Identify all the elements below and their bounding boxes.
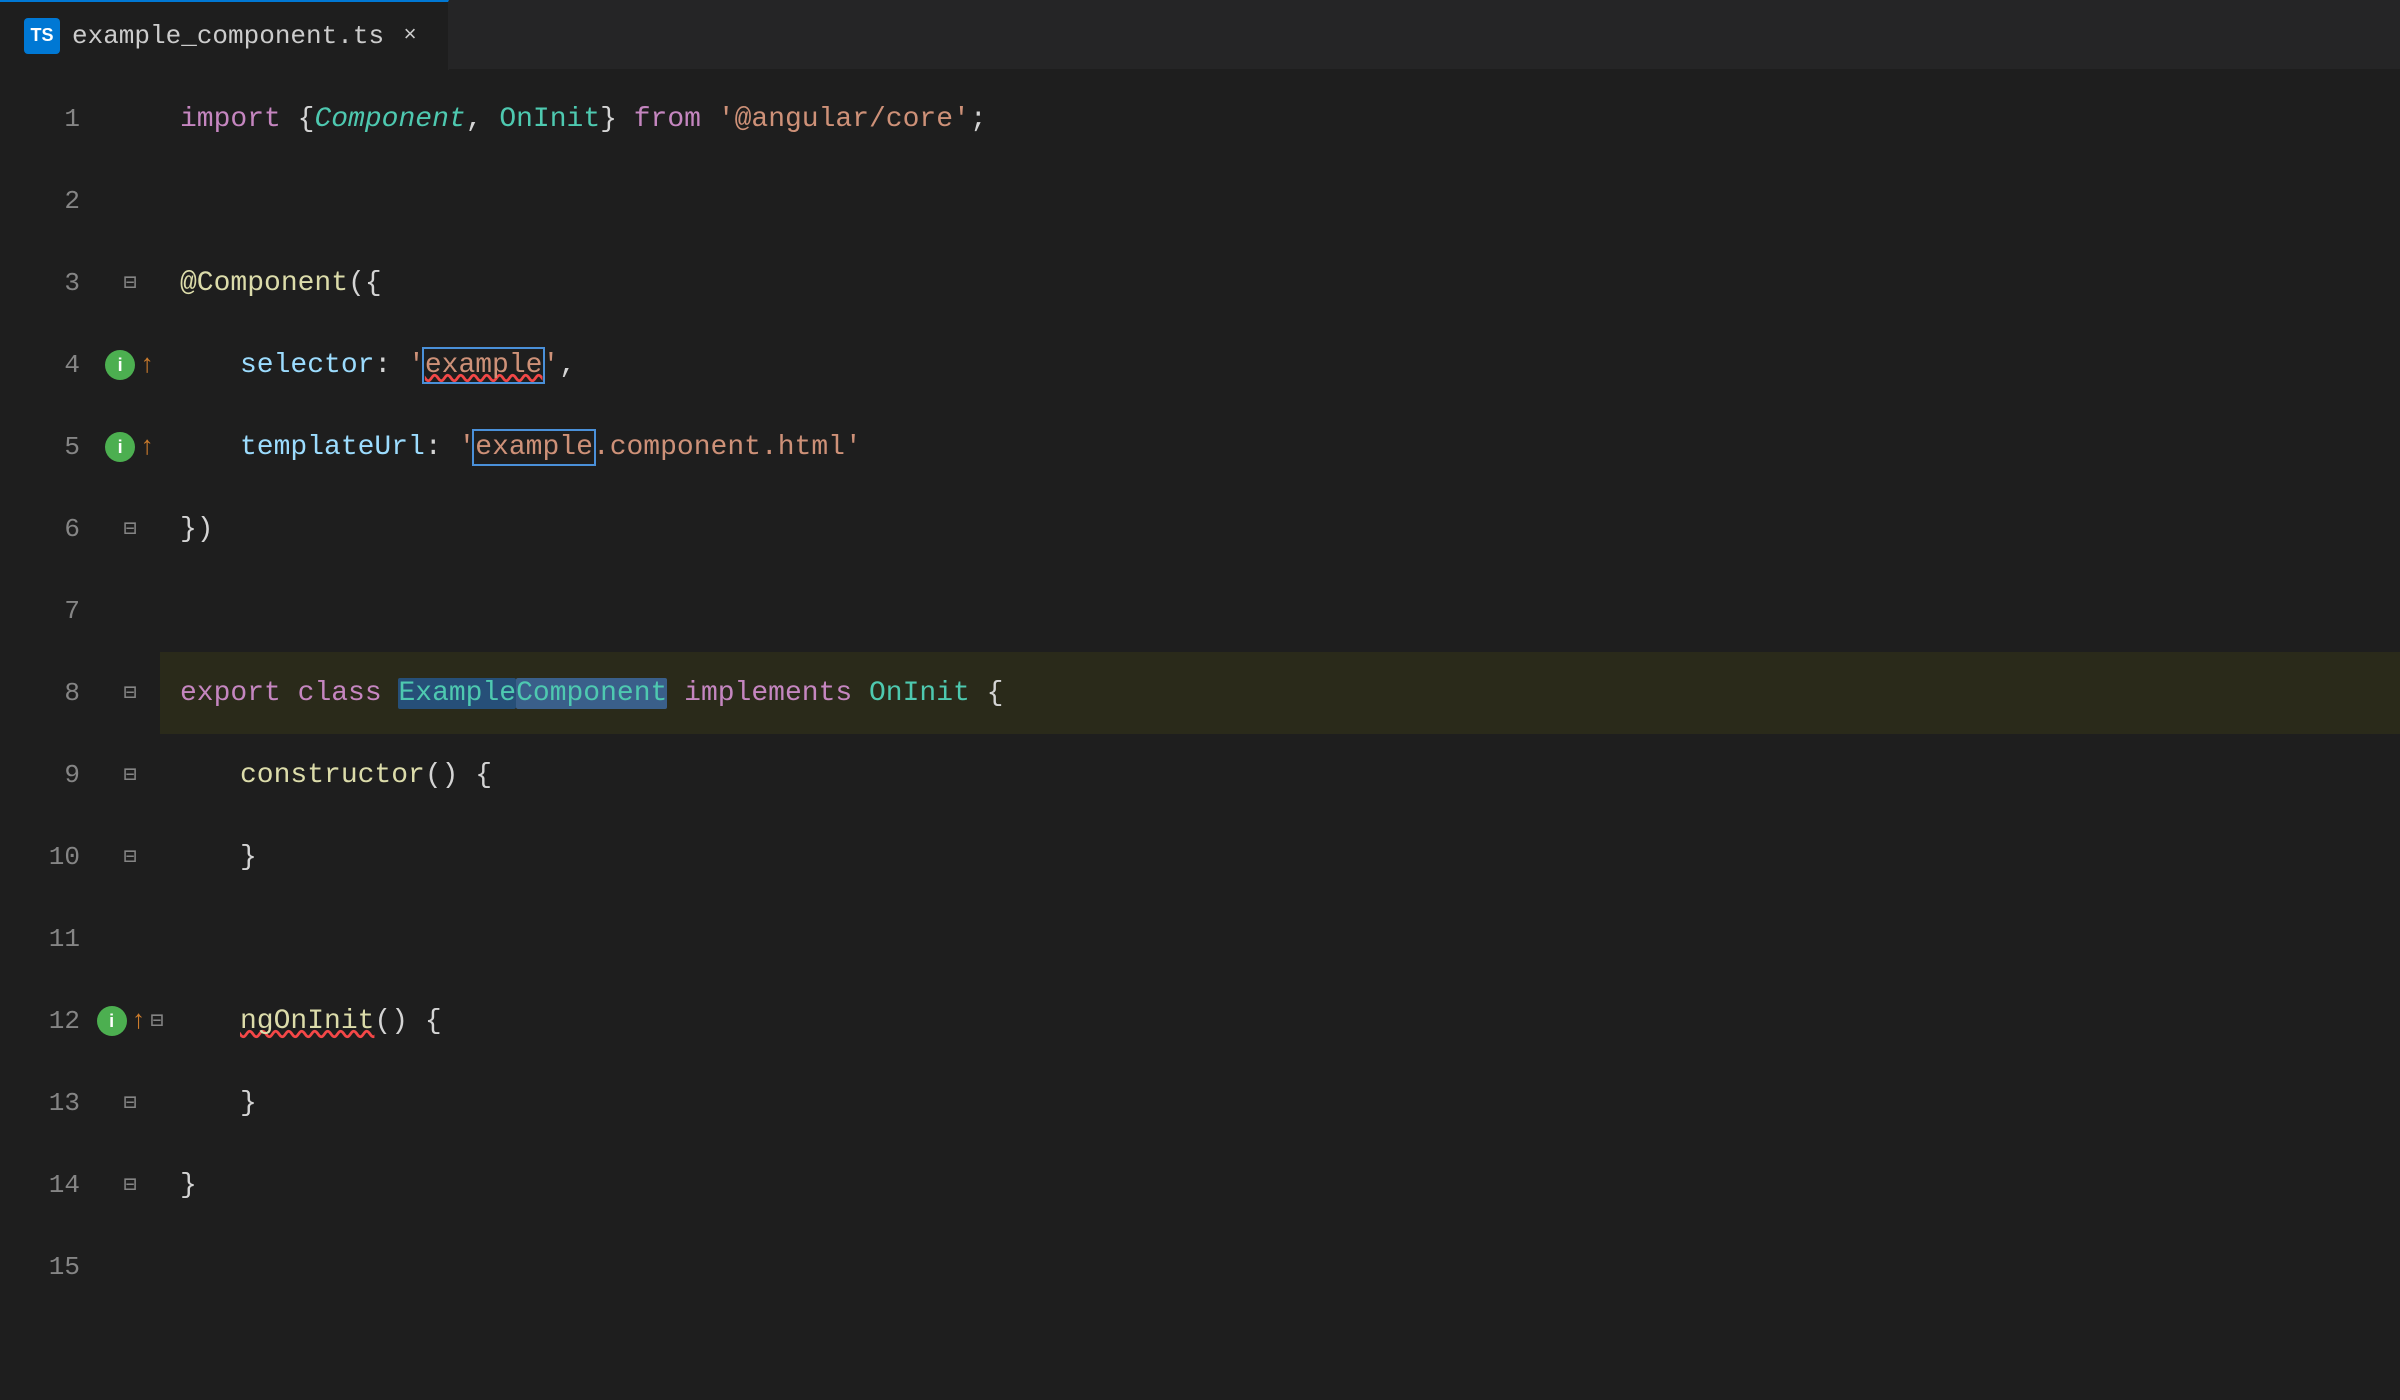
code-line-2 — [160, 160, 2400, 242]
ts-file-icon: TS — [24, 18, 60, 54]
line-num-11: 11 — [0, 898, 100, 980]
code-line-9: constructor () { — [160, 734, 2400, 816]
gutter-4: i ↑ — [100, 324, 160, 406]
gutter-12: i ↑ ⊟ — [100, 980, 160, 1062]
tab-filename: example_component.ts — [72, 21, 384, 51]
line-num-13: 13 — [0, 1062, 100, 1144]
gutter-7 — [100, 570, 160, 652]
line-numbers: 1 2 3 4 5 6 7 8 9 10 11 12 13 14 15 — [0, 70, 100, 1400]
code-content[interactable]: import { Component , OnInit } from '@ang… — [160, 70, 2400, 1400]
token-import: import — [180, 104, 281, 135]
gutter-10: ⊟ — [100, 816, 160, 898]
tab-bar: TS example_component.ts × — [0, 0, 2400, 70]
token-oninit: OnInit — [499, 104, 600, 135]
token-selector: selector — [240, 350, 374, 381]
active-tab[interactable]: TS example_component.ts × — [0, 0, 449, 70]
gutter-14: ⊟ — [100, 1144, 160, 1226]
fold-icon-13[interactable]: ⊟ — [118, 1091, 142, 1115]
gutter-8: ⊟ — [100, 652, 160, 734]
token-ngoninit: ngOnInit — [240, 1006, 374, 1037]
debug-arrow-12: ↑ — [131, 1006, 147, 1036]
token-brace-open: { — [298, 104, 315, 135]
fold-icon-10[interactable]: ⊟ — [118, 845, 142, 869]
fold-icon-14[interactable]: ⊟ — [118, 1173, 142, 1197]
token-example-selector: example — [425, 350, 543, 381]
code-line-14: } — [160, 1144, 2400, 1226]
line-num-5: 5 — [0, 406, 100, 488]
line-num-2: 2 — [0, 160, 100, 242]
code-line-1: import { Component , OnInit } from '@ang… — [160, 78, 2400, 160]
token-oninit-impl: OnInit — [869, 678, 970, 709]
debug-breakpoint-5[interactable]: i — [105, 432, 135, 462]
token-selector-value-prefix: ' — [408, 350, 425, 381]
code-line-5: templateUrl : 'example.component.html' — [160, 406, 2400, 488]
code-line-15 — [160, 1226, 2400, 1308]
fold-icon-3[interactable]: ⊟ — [118, 271, 142, 295]
token-component-class: Component — [516, 678, 667, 709]
gutter-11 — [100, 898, 160, 980]
code-line-11 — [160, 898, 2400, 980]
code-line-12: ngOnInit () { — [160, 980, 2400, 1062]
editor-container: TS example_component.ts × 1 2 3 4 5 6 7 … — [0, 0, 2400, 1400]
line-num-15: 15 — [0, 1226, 100, 1308]
line-num-3: 3 — [0, 242, 100, 324]
gutter-1 — [100, 78, 160, 160]
token-at-component: @Component — [180, 268, 348, 299]
code-line-10: } — [160, 816, 2400, 898]
line-num-12: 12 — [0, 980, 100, 1062]
fold-icon-9[interactable]: ⊟ — [118, 763, 142, 787]
token-example-class: Example — [398, 678, 516, 709]
gutter-15 — [100, 1226, 160, 1308]
fold-icon-6[interactable]: ⊟ — [118, 517, 142, 541]
token-component: Component — [314, 104, 465, 135]
line-num-4: 4 — [0, 324, 100, 406]
line-num-9: 9 — [0, 734, 100, 816]
token-template-url: templateUrl — [240, 432, 425, 463]
code-line-4: selector : 'example' , — [160, 324, 2400, 406]
line-num-6: 6 — [0, 488, 100, 570]
debug-arrow-5: ↑ — [139, 432, 155, 462]
line-num-1: 1 — [0, 78, 100, 160]
code-line-13: } — [160, 1062, 2400, 1144]
debug-breakpoint-4[interactable]: i — [105, 350, 135, 380]
line-num-7: 7 — [0, 570, 100, 652]
token-selector-value-suffix: ' — [542, 350, 559, 381]
gutter-9: ⊟ — [100, 734, 160, 816]
token-example-template: example — [475, 432, 593, 463]
code-area: 1 2 3 4 5 6 7 8 9 10 11 12 13 14 15 — [0, 70, 2400, 1400]
token-constructor: constructor — [240, 760, 425, 791]
code-line-7 — [160, 570, 2400, 652]
token-brace-open-3: { — [365, 268, 382, 299]
gutter-13: ⊟ — [100, 1062, 160, 1144]
token-template-value: ' — [458, 432, 475, 463]
tab-close-button[interactable]: × — [396, 22, 424, 50]
token-implements: implements — [684, 678, 852, 709]
gutter-5: i ↑ — [100, 406, 160, 488]
debug-arrow-4: ↑ — [139, 350, 155, 380]
token-class: class — [298, 678, 382, 709]
token-export: export — [180, 678, 281, 709]
code-line-6: }) — [160, 488, 2400, 570]
code-line-8: export class ExampleComponent implements… — [160, 652, 2400, 734]
token-from: from — [634, 104, 701, 135]
fold-icon-8[interactable]: ⊟ — [118, 681, 142, 705]
token-angular-core: '@angular/core' — [718, 104, 970, 135]
gutter-icons: ⊟ i ↑ i ↑ ⊟ ⊟ — [100, 70, 160, 1400]
gutter-6: ⊟ — [100, 488, 160, 570]
line-num-10: 10 — [0, 816, 100, 898]
line-num-14: 14 — [0, 1144, 100, 1226]
debug-breakpoint-12[interactable]: i — [97, 1006, 127, 1036]
gutter-2 — [100, 160, 160, 242]
code-line-3: @Component ( { — [160, 242, 2400, 324]
gutter-3: ⊟ — [100, 242, 160, 324]
line-num-8: 8 — [0, 652, 100, 734]
